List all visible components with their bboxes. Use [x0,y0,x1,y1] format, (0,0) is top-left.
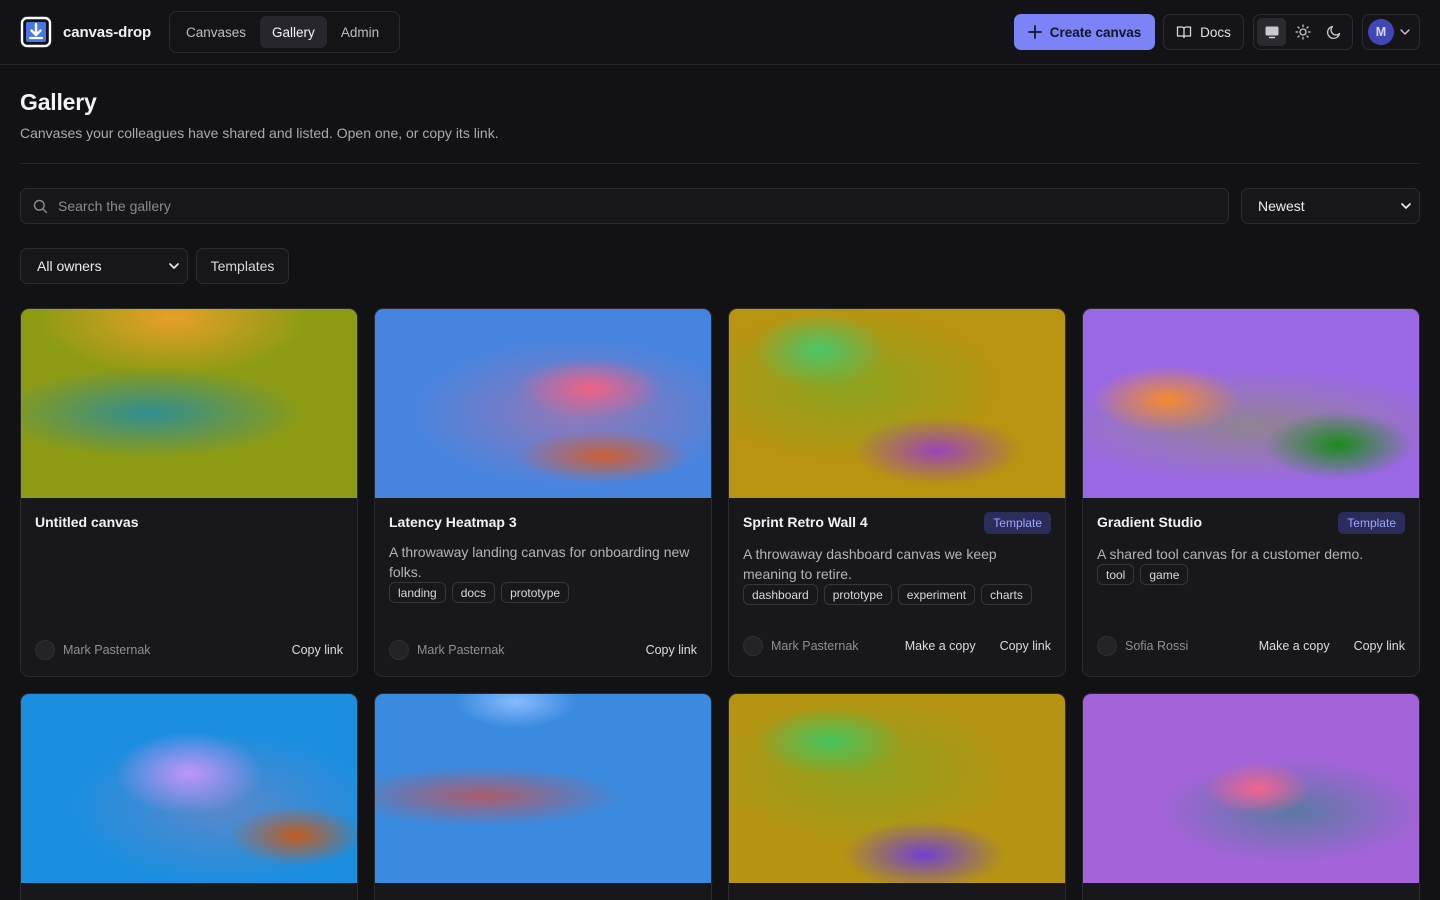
docs-button[interactable]: Docs [1163,14,1244,50]
avatar [35,640,55,660]
canvas-thumbnail[interactable] [1083,309,1419,498]
sort-select[interactable]: Newest [1241,188,1420,224]
search-input[interactable] [58,198,1158,214]
canvas-thumbnail[interactable] [729,694,1065,883]
search-icon [33,199,48,213]
user-menu-button[interactable]: M [1362,14,1420,50]
theme-light-button[interactable] [1288,18,1317,46]
card-title[interactable]: Sprint Retro Wall 4 [743,514,868,530]
copy-link-button[interactable]: Copy link [1354,639,1405,653]
chevron-down-icon [1401,203,1411,209]
canvas-card[interactable] [20,693,358,900]
avatar [389,640,409,660]
avatar: M [1368,19,1394,45]
card-description: A shared tool canvas for a customer demo… [1097,546,1364,562]
card-tags: dashboard prototype experiment charts [743,584,1032,605]
canvas-card[interactable] [728,693,1066,900]
avatar [743,636,763,656]
owner-name: Mark Pasternak [63,643,151,657]
tab-admin[interactable]: Admin [329,16,391,48]
tab-canvases[interactable]: Canvases [174,16,258,48]
card-tags: tool game [1097,564,1189,585]
card-title[interactable]: Gradient Studio [1097,514,1202,530]
canvas-card[interactable]: Gradient Studio Template A shared tool c… [1082,308,1420,677]
card-title[interactable]: Latency Heatmap 3 [389,514,517,530]
make-copy-button[interactable]: Make a copy [1259,639,1330,653]
chevron-down-icon [1400,29,1410,35]
app-logo-icon [20,16,52,48]
theme-dark-button[interactable] [1320,18,1349,46]
tag[interactable]: experiment [897,584,976,605]
owner-select[interactable]: All owners [20,248,188,284]
copy-link-button[interactable]: Copy link [292,643,343,657]
canvas-thumbnail[interactable] [375,309,711,498]
owner-name: Mark Pasternak [417,643,505,657]
tag[interactable]: docs [451,582,496,603]
theme-switcher [1253,14,1353,50]
canvas-card[interactable]: Untitled canvas Mark Pasternak Copy link [20,308,358,677]
page-subtitle: Canvases your colleagues have shared and… [20,125,499,141]
copy-link-button[interactable]: Copy link [646,643,697,657]
tag[interactable]: dashboard [743,584,818,605]
canvas-thumbnail[interactable] [729,309,1065,498]
tag[interactable]: landing [389,582,446,603]
monitor-icon [1265,26,1279,39]
card-footer: Mark Pasternak Copy link [389,639,697,661]
card-tags: landing docs prototype [389,582,570,603]
sort-select-value: Newest [1258,198,1305,214]
moon-icon [1327,25,1341,40]
theme-system-button[interactable] [1257,18,1287,46]
template-badge: Template [984,512,1051,534]
canvas-thumbnail[interactable] [21,309,357,498]
tag[interactable]: prototype [823,584,892,605]
app-name: canvas-drop [63,23,152,41]
create-canvas-button[interactable]: Create canvas [1014,14,1155,50]
canvas-card[interactable] [1082,693,1420,900]
templates-filter-toggle[interactable]: Templates [196,248,289,284]
card-description: A throwaway dashboard canvas we keep mea… [743,546,997,582]
brand[interactable]: canvas-drop [20,16,151,48]
create-canvas-label: Create canvas [1049,24,1142,40]
tab-gallery[interactable]: Gallery [260,16,327,48]
canvas-card[interactable]: Sprint Retro Wall 4 Template A throwaway… [728,308,1066,677]
canvas-thumbnail[interactable] [1083,694,1419,883]
card-title[interactable]: Untitled canvas [35,514,138,530]
avatar [1097,636,1117,656]
tag[interactable]: tool [1097,564,1135,585]
sun-icon [1295,24,1311,40]
canvas-card[interactable] [374,693,712,900]
template-badge: Template [1338,512,1405,534]
owner-name: Sofia Rossi [1125,639,1189,653]
make-copy-button[interactable]: Make a copy [905,639,976,653]
book-icon [1176,26,1192,39]
search-box[interactable] [20,188,1229,224]
docs-label: Docs [1200,24,1231,40]
canvas-thumbnail[interactable] [21,694,357,883]
card-footer: Mark Pasternak Copy link [35,639,343,661]
owner-select-value: All owners [37,258,102,274]
copy-link-button[interactable]: Copy link [1000,639,1051,653]
top-bar: canvas-drop Canvases Gallery Admin Creat… [0,0,1440,65]
main-nav: Canvases Gallery Admin [169,11,400,53]
page-title: Gallery [20,89,97,115]
card-description: A throwaway landing canvas for onboardin… [389,544,690,580]
tag[interactable]: prototype [501,582,570,603]
canvas-thumbnail[interactable] [375,694,711,883]
canvas-card[interactable]: Latency Heatmap 3 A throwaway landing ca… [374,308,712,677]
tag[interactable]: game [1140,564,1189,585]
card-footer: Mark Pasternak Make a copy Copy link [743,635,1051,657]
chevron-down-icon [169,263,179,269]
tag[interactable]: charts [981,584,1032,605]
card-footer: Sofia Rossi Make a copy Copy link [1097,635,1405,657]
divider [20,163,1420,164]
owner-name: Mark Pasternak [771,639,859,653]
plus-icon [1027,25,1042,39]
